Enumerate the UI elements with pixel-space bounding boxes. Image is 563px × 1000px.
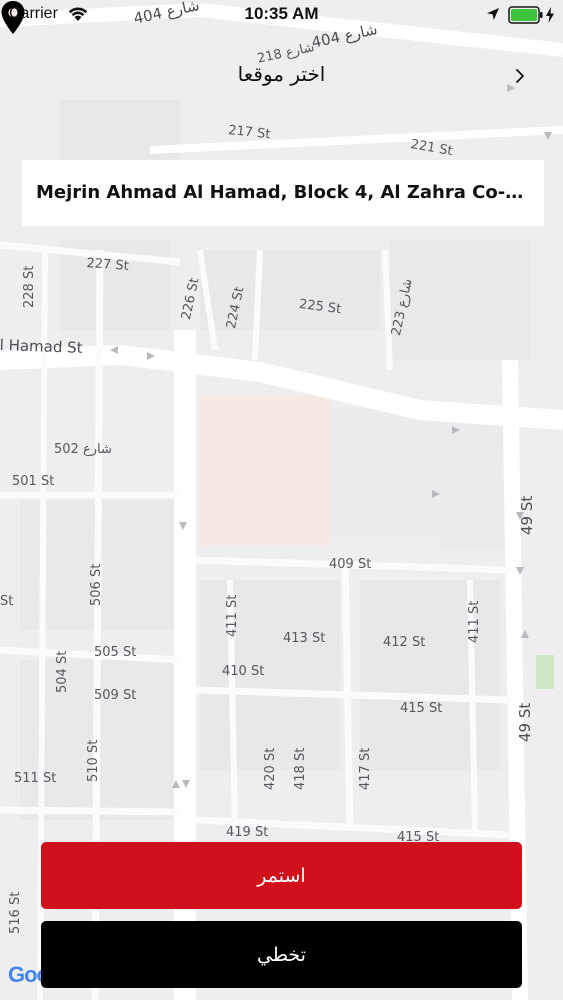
street-label: 228 St: [22, 265, 37, 308]
address-card[interactable]: Mejrin Ahmad Al Hamad, Block 4, Al Zahra…: [22, 160, 544, 226]
location-arrow-icon: [487, 8, 499, 20]
street-label: St: [0, 594, 14, 609]
street-label: 419 St: [226, 825, 269, 840]
street-label: 509 St: [94, 688, 137, 703]
status-bar: Carrier 10:35 AM: [0, 0, 563, 30]
street-label: 506 St: [89, 563, 104, 606]
page-title: اختر موقعا: [237, 62, 326, 86]
street-label: 49 St: [516, 702, 534, 742]
street-label: 510 St: [86, 739, 101, 782]
charging-icon: [546, 7, 554, 23]
street-label: 411 St: [467, 600, 482, 643]
skip-button[interactable]: تخطي: [41, 921, 522, 988]
street-label: 412 St: [383, 635, 426, 650]
street-label: 505 St: [94, 645, 137, 660]
street-label: 504 St: [55, 650, 70, 693]
battery-icon: [508, 6, 543, 24]
street-label: 410 St: [222, 664, 265, 679]
street-label: 516 St: [8, 891, 23, 934]
street-label: 418 St: [293, 747, 308, 790]
street-label: 413 St: [283, 631, 326, 646]
street-label: 49 St: [518, 495, 536, 535]
street-label: 411 St: [225, 594, 240, 637]
street-label: 420 St: [263, 747, 278, 790]
street-label: 502 شارع: [54, 442, 112, 457]
street-label: 227 St: [85, 256, 130, 274]
street-label: 501 St: [12, 474, 55, 489]
street-label: 409 St: [329, 557, 372, 572]
street-label: 415 St: [400, 701, 443, 716]
chevron-right-icon[interactable]: [510, 66, 530, 86]
street-label: 511 St: [14, 771, 57, 786]
street-label: 417 St: [358, 747, 373, 790]
status-time: 10:35 AM: [244, 4, 319, 23]
address-text: Mejrin Ahmad Al Hamad, Block 4, Al Zahra…: [36, 182, 532, 203]
street-label: l Hamad St: [0, 336, 83, 357]
continue-button[interactable]: استمر: [41, 842, 522, 909]
